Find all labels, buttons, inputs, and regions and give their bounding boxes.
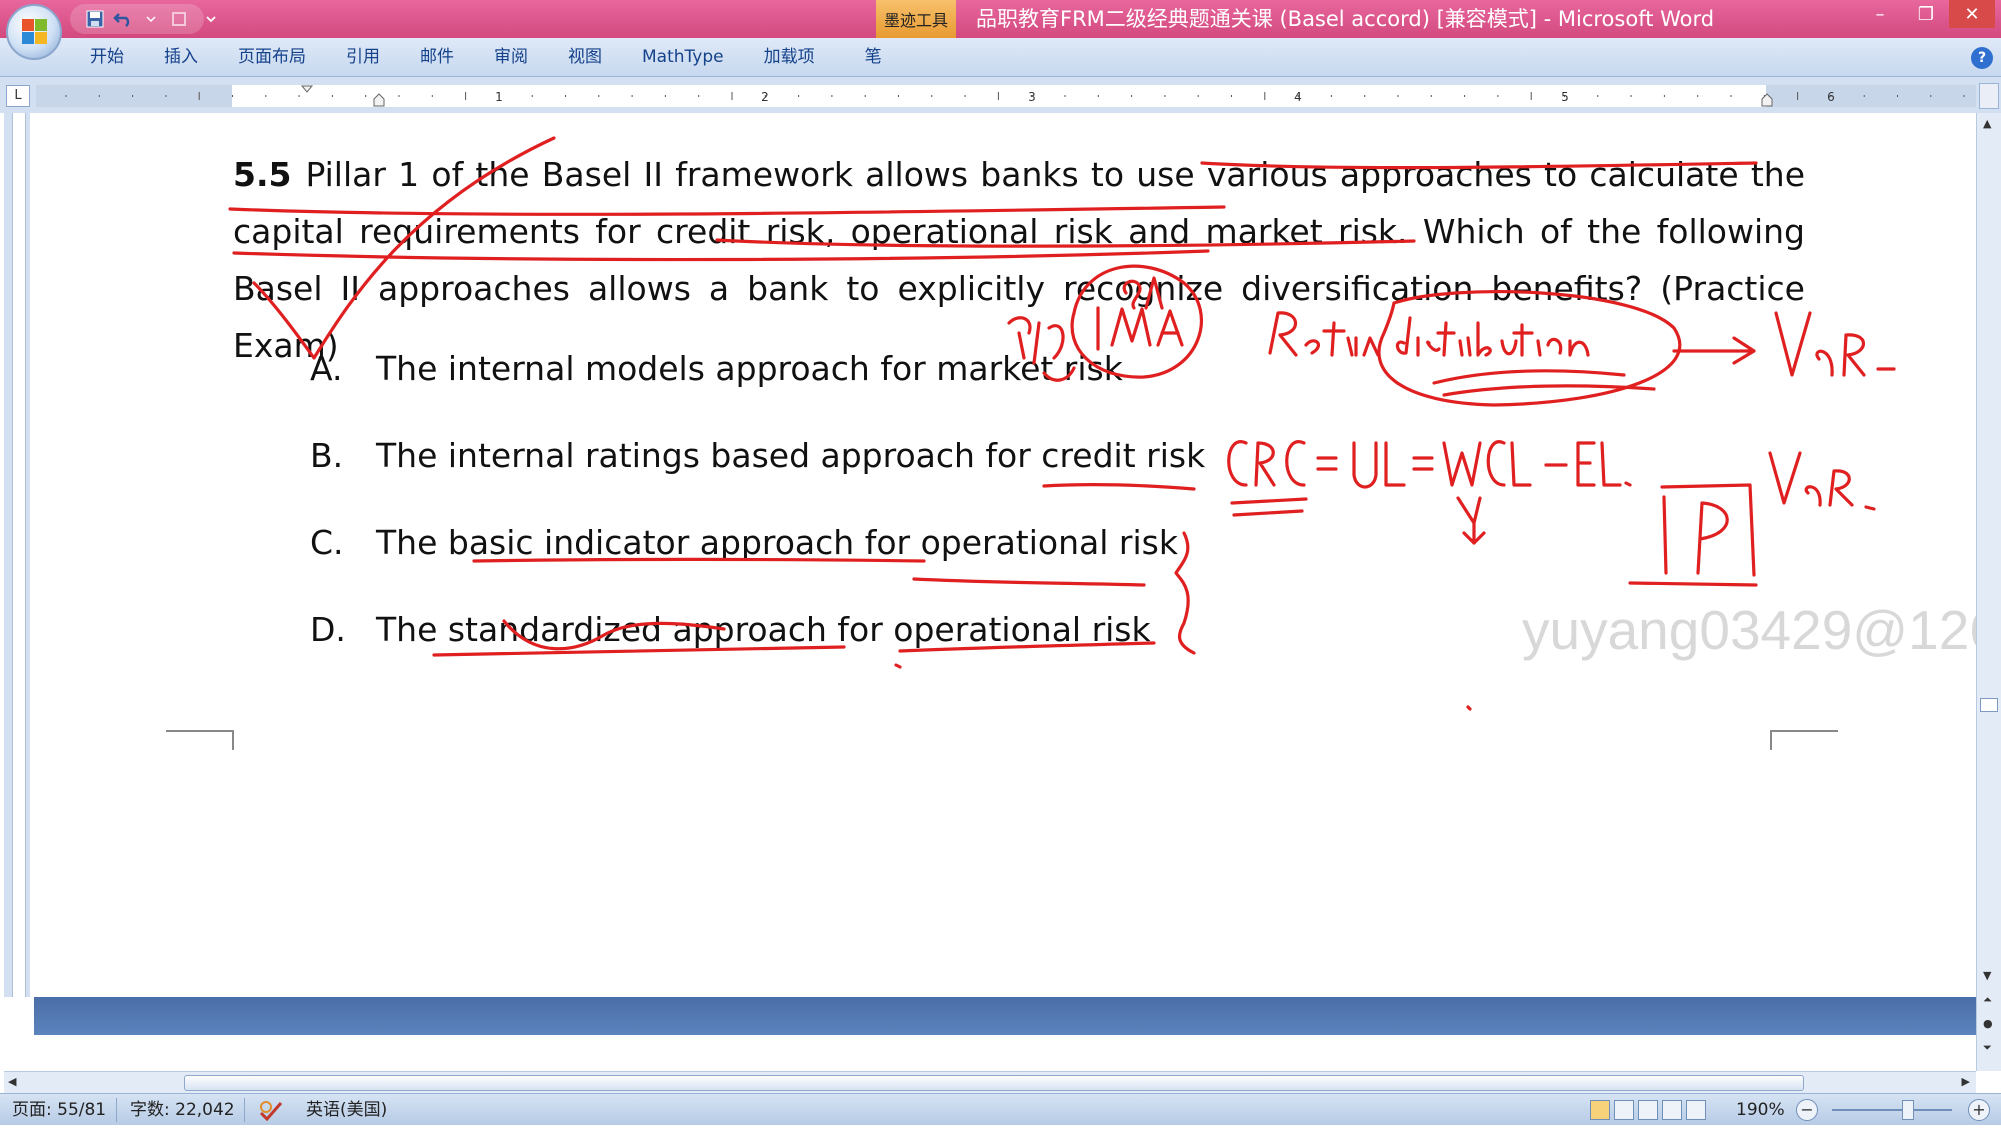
ink-underline-crc: [1230, 497, 1308, 517]
horizontal-ruler-bar: L 1 2 3 4 5 6: [0, 77, 2001, 113]
tab-pen[interactable]: 笔: [835, 38, 902, 77]
office-button[interactable]: [6, 4, 62, 60]
tab-home[interactable]: 开始: [70, 38, 144, 77]
ink-tools-contextual-tab[interactable]: 墨迹工具: [876, 0, 956, 38]
web-layout-view-button[interactable]: [1638, 1100, 1658, 1120]
option-text: The standardized approach for operationa…: [376, 610, 1151, 649]
horizontal-scroll-thumb[interactable]: [184, 1075, 1804, 1091]
status-bar: 页面: 55/81 字数: 22,042 英语(美国) 190% − +: [0, 1093, 2001, 1125]
ink-text-var-right: [1768, 451, 1876, 511]
tab-page-layout[interactable]: 页面布局: [218, 38, 326, 77]
tab-view[interactable]: 视图: [548, 38, 622, 77]
ink-brace-cd: [1174, 531, 1196, 655]
question-number: 5.5: [233, 155, 292, 194]
option-a[interactable]: A. The internal models approach for marke…: [310, 349, 1123, 388]
proofing-icon[interactable]: [258, 1094, 284, 1126]
window-controls: – ❐ ✕: [1857, 0, 1995, 30]
word-count[interactable]: 字数: 22,042: [130, 1094, 235, 1126]
option-letter: A.: [310, 349, 343, 388]
vertical-scroll-thumb[interactable]: [1980, 698, 1998, 712]
document-page[interactable]: 5.5 Pillar 1 of the Basel II framework al…: [34, 113, 1976, 997]
ribbon: 开始 插入 页面布局 引用 邮件 审阅 视图 MathType 加载项 笔 ?: [0, 38, 2001, 77]
ruler-number-1: 1: [495, 90, 503, 104]
page-gap: [34, 997, 1976, 1035]
window-title: 品职教育FRM二级经典题通关课 (Basel accord) [兼容模式] - …: [976, 7, 1715, 31]
ruler-number-3: 3: [1028, 90, 1036, 104]
watermark: yuyang03429@126: [1522, 599, 1976, 661]
ink-underline-operational-c: [912, 577, 1146, 587]
print-layout-view-button[interactable]: [1590, 1100, 1610, 1120]
option-text: The internal ratings based approach for …: [376, 436, 1206, 475]
zoom-out-button[interactable]: −: [1796, 1099, 1818, 1121]
close-button[interactable]: ✕: [1949, 0, 1995, 28]
ruler-number-5: 5: [1561, 90, 1569, 104]
ink-underline-credit: [1042, 482, 1196, 491]
next-page-icon[interactable]: ⏷: [1983, 1041, 1992, 1055]
scroll-left-arrow-icon[interactable]: ◀: [8, 1075, 16, 1088]
ruler-number-6: 6: [1827, 90, 1835, 104]
horizontal-scrollbar[interactable]: ◀ ▶: [4, 1071, 1976, 1093]
ink-dot: [894, 663, 1472, 711]
scroll-up-arrow-icon[interactable]: ▲: [1983, 117, 1991, 130]
vertical-scrollbar[interactable]: ▲ ▼ ⏶ ● ⏷: [1976, 113, 2001, 1071]
tab-mathtype[interactable]: MathType: [622, 38, 744, 77]
outline-view-button[interactable]: [1662, 1100, 1682, 1120]
help-icon[interactable]: ?: [1971, 47, 1993, 69]
option-b[interactable]: B. The internal ratings based approach fo…: [310, 436, 1205, 475]
title-bar: 墨迹工具 品职教育FRM二级经典题通关课 (Basel accord) [兼容模…: [0, 0, 2001, 38]
ribbon-tabs: 开始 插入 页面布局 引用 邮件 审阅 视图 MathType 加载项 笔: [70, 38, 902, 77]
ruler-number-4: 4: [1294, 90, 1302, 104]
view-buttons: [1590, 1100, 1706, 1120]
option-letter: B.: [310, 436, 344, 475]
tab-review[interactable]: 审阅: [474, 38, 548, 77]
option-text: The basic indicator approach for operati…: [376, 523, 1178, 562]
question-text: Pillar 1 of the Basel II framework allow…: [233, 155, 1805, 365]
tab-references[interactable]: 引用: [326, 38, 400, 77]
customize-toolbar-icon[interactable]: [200, 9, 222, 29]
question-paragraph[interactable]: 5.5 Pillar 1 of the Basel II framework al…: [233, 146, 1805, 374]
option-d[interactable]: D. The standardized approach for operatio…: [310, 610, 1151, 649]
chevron-down-icon[interactable]: [140, 9, 162, 29]
save-icon[interactable]: [84, 9, 106, 29]
restore-button[interactable]: ❐: [1903, 0, 1949, 28]
option-text: The internal models approach for market …: [376, 349, 1123, 388]
page-margin-corner-right: [1770, 730, 1838, 750]
ink-arrow-wcl: [1456, 496, 1486, 545]
previous-page-icon[interactable]: ⏶: [1983, 993, 1992, 1007]
zoom-slider-track[interactable]: [1832, 1109, 1952, 1111]
ink-scribble-distribution: [1432, 369, 1656, 397]
view-ruler-button[interactable]: [1979, 83, 1999, 109]
option-letter: D.: [310, 610, 346, 649]
ink-box-1p: [1628, 483, 1758, 587]
next-page-top: [34, 1035, 1976, 1071]
scroll-right-arrow-icon[interactable]: ▶: [1962, 1075, 1970, 1088]
tab-insert[interactable]: 插入: [144, 38, 218, 77]
quick-access-toolbar: [70, 4, 204, 34]
redo-icon[interactable]: [168, 9, 190, 29]
zoom-slider-knob[interactable]: [1902, 1100, 1914, 1120]
zoom-level[interactable]: 190%: [1736, 1094, 1785, 1126]
option-letter: C.: [310, 523, 344, 562]
horizontal-ruler[interactable]: 1 2 3 4 5 6: [36, 85, 1976, 107]
zoom-in-button[interactable]: +: [1968, 1099, 1990, 1121]
ink-text-crc-formula: [1227, 440, 1632, 489]
select-browse-object-icon[interactable]: ●: [1983, 1017, 1993, 1030]
tab-selector[interactable]: L: [6, 85, 30, 107]
scroll-down-arrow-icon[interactable]: ▼: [1983, 969, 1991, 982]
tab-add-ins[interactable]: 加载项: [744, 38, 835, 77]
language[interactable]: 英语(美国): [306, 1094, 387, 1126]
full-screen-reading-view-button[interactable]: [1614, 1100, 1634, 1120]
tab-mailings[interactable]: 邮件: [400, 38, 474, 77]
page-count[interactable]: 页面: 55/81: [12, 1094, 106, 1126]
undo-icon[interactable]: [112, 9, 134, 29]
minimize-button[interactable]: –: [1857, 0, 1903, 28]
ruler-number-2: 2: [761, 90, 769, 104]
page-margin-corner-left: [166, 730, 234, 750]
office-logo-icon: [22, 19, 48, 45]
vertical-ruler[interactable]: [4, 113, 30, 997]
option-c[interactable]: C. The basic indicator approach for opera…: [310, 523, 1178, 562]
draft-view-button[interactable]: [1686, 1100, 1706, 1120]
